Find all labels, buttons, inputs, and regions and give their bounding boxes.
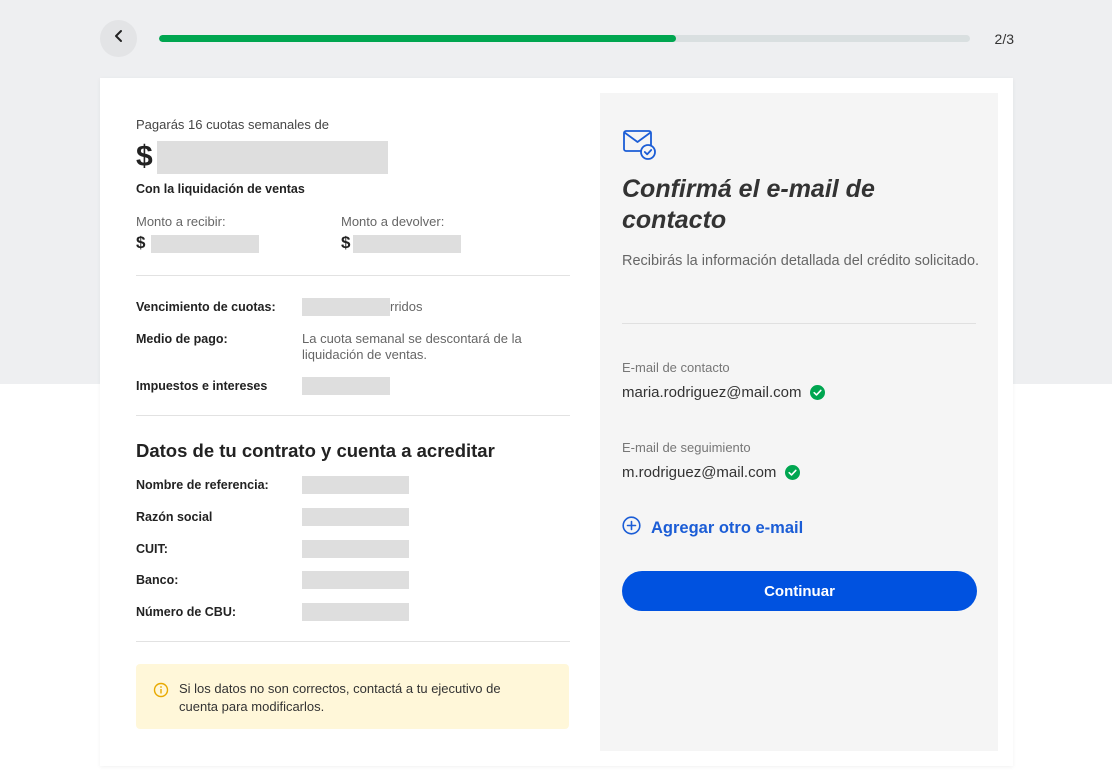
progress-bar	[159, 35, 970, 42]
confirm-description: Recibirás la información detallada del c…	[622, 253, 980, 269]
info-icon	[153, 682, 169, 703]
step-counter: 2/3	[994, 31, 1014, 47]
followup-email-label: E-mail de seguimiento	[622, 440, 751, 455]
installment-amount-redacted	[157, 141, 388, 174]
email-confirm-panel: Confirmá el e-mail de contacto Recibirás…	[600, 93, 998, 751]
return-label: Monto a devolver:	[341, 214, 445, 229]
contact-email-value: maria.rodriguez@mail.com	[622, 384, 802, 401]
contract-field-label: Banco:	[136, 573, 179, 587]
followup-email-row: m.rodriguez@mail.com	[622, 464, 801, 481]
contract-field-value-redacted	[302, 476, 409, 494]
contact-email-row: maria.rodriguez@mail.com	[622, 384, 826, 401]
contract-section-title: Datos de tu contrato y cuenta a acredita…	[136, 440, 495, 461]
check-circle-icon	[785, 465, 801, 480]
payment-value: La cuota semanal se descontará de la liq…	[302, 331, 522, 362]
contract-field-value-redacted	[302, 508, 409, 526]
divider	[136, 641, 570, 642]
contract-field-label: Razón social	[136, 510, 213, 524]
plus-circle-icon	[622, 516, 641, 540]
contract-field-label: CUIT:	[136, 542, 168, 556]
back-button[interactable]	[100, 20, 137, 57]
due-value-redacted	[302, 298, 390, 316]
mail-check-icon	[622, 129, 658, 168]
contract-field-value-redacted	[302, 603, 409, 621]
confirm-title: Confirmá el e-mail de contacto	[622, 175, 875, 234]
divider	[136, 275, 570, 276]
installments-lead: Pagarás 16 cuotas semanales de	[136, 117, 329, 132]
add-email-label: Agregar otro e-mail	[651, 518, 804, 537]
contract-field-value-redacted	[302, 571, 409, 589]
receive-label: Monto a recibir:	[136, 214, 226, 229]
due-value-suffix: rridos	[390, 299, 423, 314]
divider	[136, 415, 570, 416]
chevron-left-icon	[112, 29, 126, 48]
add-email-link[interactable]: Agregar otro e-mail	[622, 516, 803, 540]
installment-currency: $	[136, 140, 153, 173]
return-amount-redacted	[353, 235, 461, 253]
contract-field-label: Nombre de referencia:	[136, 478, 269, 492]
receive-amount-redacted	[151, 235, 259, 253]
continue-button[interactable]: Continuar	[622, 571, 977, 611]
contract-field-value-redacted	[302, 540, 409, 558]
return-currency: $	[341, 233, 351, 252]
progress-bar-fill	[159, 35, 676, 42]
settlement-subtitle: Con la liquidación de ventas	[136, 182, 305, 196]
check-circle-icon	[810, 385, 826, 400]
taxes-value-redacted	[302, 377, 390, 395]
warning-alert: Si los datos no son correctos, contactá …	[136, 664, 569, 729]
alert-text: Si los datos no son correctos, contactá …	[179, 681, 501, 714]
taxes-label: Impuestos e intereses	[136, 379, 268, 393]
payment-label: Medio de pago:	[136, 332, 228, 346]
receive-currency: $	[136, 233, 146, 252]
followup-email-value: m.rodriguez@mail.com	[622, 464, 777, 481]
divider	[622, 323, 976, 324]
due-label: Vencimiento de cuotas:	[136, 300, 276, 314]
contract-field-label: Número de CBU:	[136, 605, 237, 619]
contact-email-label: E-mail de contacto	[622, 360, 730, 375]
main-card: Pagarás 16 cuotas semanales de $ Con la …	[100, 78, 1013, 766]
